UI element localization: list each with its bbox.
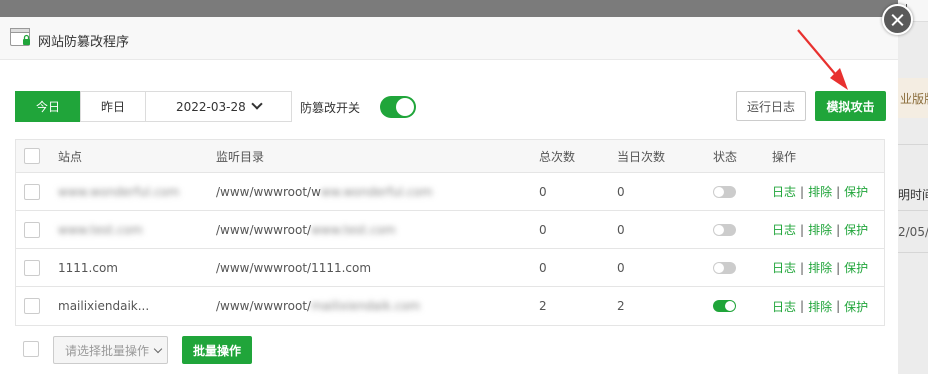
action-protect-link[interactable]: 保护 bbox=[844, 298, 868, 315]
action-log-link[interactable]: 日志 bbox=[772, 183, 796, 200]
action-protect-link[interactable]: 保护 bbox=[844, 221, 868, 238]
select-all-checkbox[interactable] bbox=[24, 148, 40, 164]
app-window-icon bbox=[10, 28, 30, 46]
dialog-title: 网站防篡改程序 bbox=[38, 35, 130, 50]
action-separator: | bbox=[800, 260, 805, 275]
watch-dir-visible: /www/wwwroot/ bbox=[216, 299, 312, 313]
table-header-row: 站点 监听目录 总次数 当日次数 状态 操作 bbox=[16, 140, 884, 173]
table-row: mailixiendaik... /www/wwwroot/mailixienda… bbox=[16, 287, 884, 325]
action-log-link[interactable]: 日志 bbox=[772, 259, 796, 276]
action-separator: | bbox=[836, 299, 841, 313]
row-checkbox[interactable] bbox=[24, 221, 40, 238]
watch-dir-visible: /www/wwwroot/ bbox=[216, 222, 312, 237]
today-count: 0 bbox=[617, 222, 625, 237]
site-name: www.test.com bbox=[58, 222, 143, 237]
date-picker[interactable]: 2022-03-28 bbox=[145, 91, 292, 122]
action-protect-link[interactable]: 保护 bbox=[844, 259, 868, 276]
watch-dir-redacted: mailixiendaik.com bbox=[311, 299, 421, 313]
action-exclude-link[interactable]: 排除 bbox=[808, 259, 832, 276]
watch-dir: /www/wwwroot/1111.com bbox=[216, 249, 516, 286]
background-date-cell: 2/05/ bbox=[898, 225, 928, 239]
header-dir: 监听目录 bbox=[216, 149, 265, 164]
site-name: 1111.com bbox=[58, 260, 118, 275]
total-count: 0 bbox=[539, 184, 547, 199]
dialog-header: 网站防篡改程序 bbox=[0, 17, 898, 60]
action-exclude-link[interactable]: 排除 bbox=[808, 183, 832, 200]
batch-action-select[interactable]: 请选择批量操作 bbox=[53, 336, 168, 364]
header-site: 站点 bbox=[58, 149, 83, 164]
site-status-toggle[interactable] bbox=[713, 261, 736, 274]
header-today: 当日次数 bbox=[617, 149, 666, 164]
date-value: 2022-03-28 bbox=[176, 99, 246, 114]
site-name: www.wonderful.com bbox=[58, 184, 180, 199]
total-count: 2 bbox=[539, 299, 547, 313]
action-separator: | bbox=[800, 184, 805, 199]
row-checkbox[interactable] bbox=[24, 259, 40, 276]
footer-select-all-checkbox[interactable] bbox=[23, 341, 39, 357]
background-column-header: 明时间 bbox=[898, 188, 928, 202]
row-checkbox[interactable] bbox=[24, 183, 40, 200]
site-status-toggle[interactable] bbox=[713, 223, 736, 236]
watch-dir: /www/wwwroot/www.test.com bbox=[216, 211, 516, 248]
site-status-toggle[interactable] bbox=[713, 185, 736, 198]
action-exclude-link[interactable]: 排除 bbox=[808, 298, 832, 315]
table-row: www.test.com/www/wwwroot/www.test.com 0 0 日… bbox=[16, 211, 884, 249]
today-count: 2 bbox=[617, 299, 625, 313]
background-divider bbox=[898, 144, 928, 145]
batch-action-button[interactable]: 批量操作 bbox=[182, 336, 252, 364]
row-actions: 日志 | 排除 | 保护 bbox=[772, 249, 868, 286]
action-protect-link[interactable]: 保护 bbox=[844, 183, 868, 200]
total-count: 0 bbox=[539, 260, 547, 275]
watch-dir: /www/wwwroot/w ww.wonderful.com bbox=[216, 173, 516, 210]
table-row: www.wonderful.com/www/wwwroot/w ww.wonder… bbox=[16, 173, 884, 211]
watch-dir-visible: /www/wwwroot/1111.com bbox=[216, 260, 372, 275]
tamper-switch-label: 防篡改开关 bbox=[300, 101, 361, 115]
action-separator: | bbox=[836, 184, 841, 199]
watch-dir-redacted: www.test.com bbox=[311, 222, 396, 237]
background-page: 业版版 明时间 2/05/ bbox=[898, 0, 928, 374]
header-total: 总次数 bbox=[539, 149, 576, 164]
watch-dir: /www/wwwroot/mailixiendaik.com bbox=[216, 287, 516, 325]
site-name: mailixiendaik... bbox=[58, 299, 150, 313]
tamper-proof-dialog: 网站防篡改程序 今日 昨日 2022-03-28 防篡改开关 运行日志 模拟攻击… bbox=[0, 17, 898, 374]
chevron-down-icon bbox=[251, 98, 263, 110]
header-state: 状态 bbox=[713, 149, 738, 164]
background-divider bbox=[898, 210, 928, 211]
action-separator: | bbox=[800, 299, 805, 313]
row-actions: 日志 | 排除 | 保护 bbox=[772, 287, 868, 325]
background-notice: 业版版 bbox=[898, 78, 928, 118]
total-count: 0 bbox=[539, 222, 547, 237]
action-log-link[interactable]: 日志 bbox=[772, 298, 796, 315]
watch-dir-visible: /www/wwwroot/w bbox=[216, 184, 321, 199]
sites-table: 站点 监听目录 总次数 当日次数 状态 操作 www.wonderful.com… bbox=[15, 139, 885, 326]
today-count: 0 bbox=[617, 260, 625, 275]
action-separator: | bbox=[800, 222, 805, 237]
batch-select-placeholder: 请选择批量操作 bbox=[65, 343, 150, 358]
table-row: 1111.com/www/wwwroot/1111.com 0 0 日志 | 排除 | 保护 bbox=[16, 249, 884, 287]
action-separator: | bbox=[836, 260, 841, 275]
header-ops: 操作 bbox=[772, 149, 797, 164]
action-exclude-link[interactable]: 排除 bbox=[808, 221, 832, 238]
close-dialog-button[interactable] bbox=[882, 4, 913, 35]
row-actions: 日志 | 排除 | 保护 bbox=[772, 211, 868, 248]
watch-dir-redacted: ww.wonderful.com bbox=[320, 184, 433, 199]
today-count: 0 bbox=[617, 184, 625, 199]
chevron-down-icon bbox=[153, 344, 163, 354]
row-checkbox[interactable] bbox=[24, 298, 40, 314]
tamper-switch-toggle[interactable] bbox=[380, 96, 416, 118]
site-status-toggle[interactable] bbox=[713, 300, 736, 312]
action-log-link[interactable]: 日志 bbox=[772, 221, 796, 238]
action-separator: | bbox=[836, 222, 841, 237]
background-divider bbox=[898, 252, 928, 253]
row-actions: 日志 | 排除 | 保护 bbox=[772, 173, 868, 210]
tab-yesterday[interactable]: 昨日 bbox=[80, 91, 146, 122]
tab-today[interactable]: 今日 bbox=[15, 91, 81, 122]
red-arrow-annotation-icon bbox=[797, 29, 848, 90]
